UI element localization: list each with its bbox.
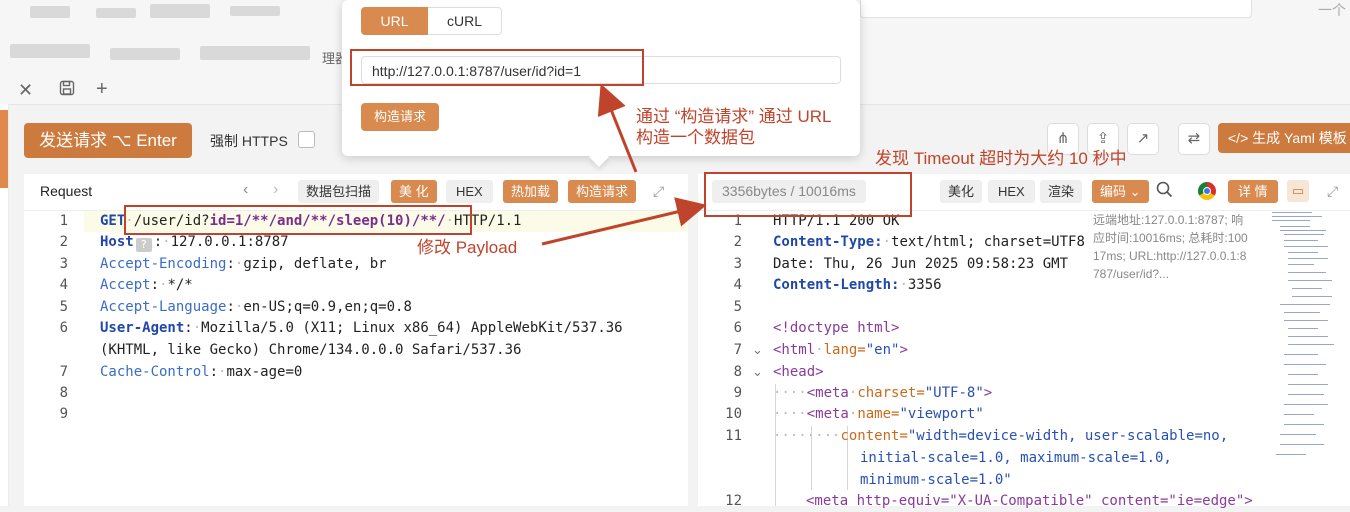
payload-annotation: 修改 Payload	[417, 238, 518, 257]
timeout-annotation: 发现 Timeout 超时为大约 10 秒中	[875, 149, 1127, 168]
construct-annotation: 通过 “构造请求” 通过 URL 构造一个数据包	[636, 107, 832, 147]
annotation-arrows	[541, 83, 707, 246]
